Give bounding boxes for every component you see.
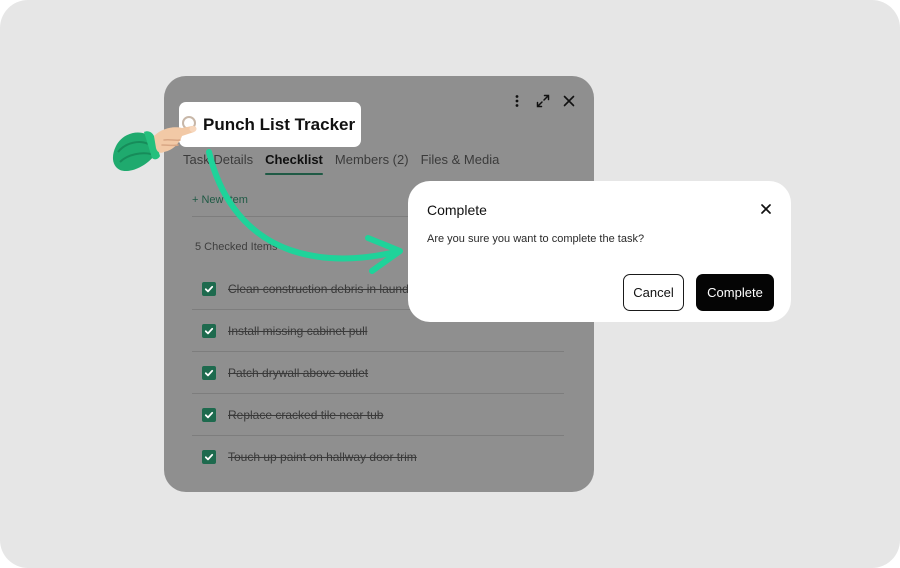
dialog-title: Complete	[427, 202, 487, 218]
checked-count-label: 5 Checked Items	[195, 241, 278, 253]
list-item-label: Touch up paint on hallway door trim	[228, 450, 417, 464]
task-title: Punch List Tracker	[203, 114, 356, 134]
tab-files-media[interactable]: Files & Media	[421, 152, 500, 175]
list-item: Patch drywall above outlet	[192, 352, 564, 394]
cancel-button[interactable]: Cancel	[623, 274, 684, 311]
tab-bar: Task Details Checklist Members (2) Files…	[183, 152, 499, 175]
checkbox-checked[interactable]	[202, 281, 216, 296]
dialog-message: Are you sure you want to complete the ta…	[427, 233, 645, 245]
check-icon	[204, 411, 214, 418]
list-item-label: Patch drywall above outlet	[228, 365, 369, 380]
panel-toolbar	[510, 94, 576, 108]
list-item: Touch up paint on hallway door trim	[192, 436, 564, 478]
checkbox-checked[interactable]	[202, 407, 216, 422]
tab-members[interactable]: Members (2)	[335, 152, 409, 175]
check-icon	[204, 285, 214, 292]
checkbox-checked[interactable]	[202, 323, 216, 338]
confirm-complete-dialog: Complete Are you sure you want to comple…	[408, 181, 791, 322]
list-item-label: Replace cracked tile near tub	[228, 407, 384, 422]
canvas: Task Details Checklist Members (2) Files…	[0, 0, 900, 568]
close-icon[interactable]	[562, 94, 576, 108]
more-vertical-icon[interactable]	[510, 94, 524, 108]
check-icon	[204, 327, 214, 334]
list-item-label: Install missing cabinet pull	[228, 323, 368, 338]
close-icon[interactable]	[759, 202, 773, 216]
tab-checklist[interactable]: Checklist	[265, 152, 323, 175]
checkbox-checked[interactable]	[202, 450, 216, 464]
new-item-button[interactable]: + New Item	[192, 194, 248, 206]
expand-icon[interactable]	[536, 94, 550, 108]
list-item: Replace cracked tile near tub	[192, 394, 564, 436]
check-icon	[204, 369, 214, 376]
check-icon	[204, 453, 214, 461]
list-item-label: Clean construction debris in laundry	[228, 281, 419, 296]
checkbox-checked[interactable]	[202, 365, 216, 380]
pointing-hand-icon	[112, 125, 197, 172]
complete-button[interactable]: Complete	[696, 274, 774, 311]
